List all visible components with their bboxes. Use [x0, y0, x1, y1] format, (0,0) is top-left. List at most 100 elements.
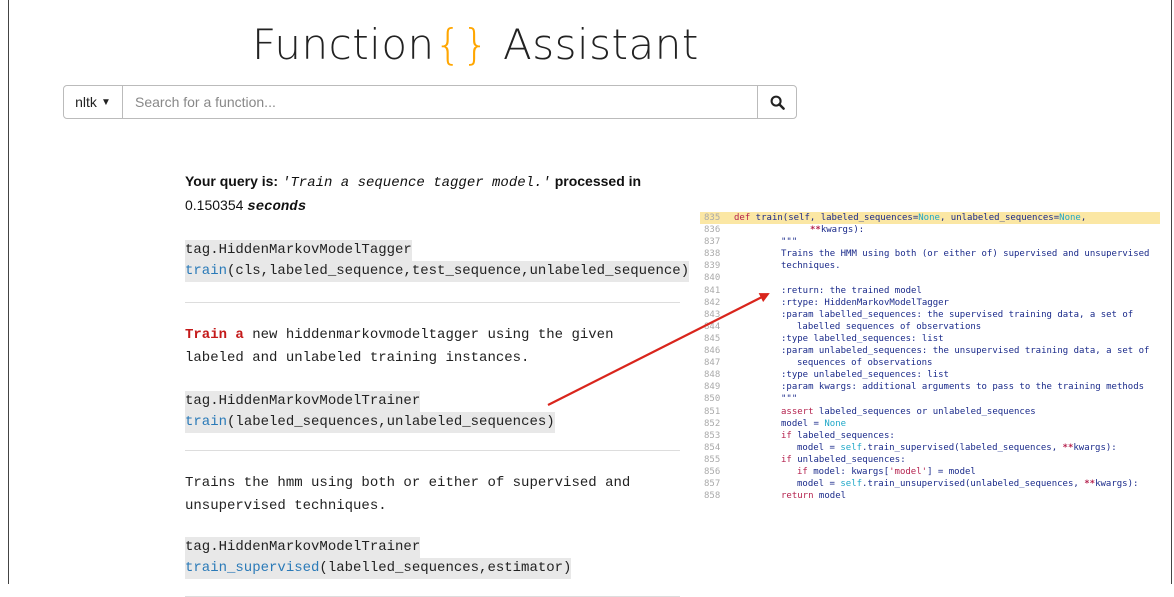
library-dropdown[interactable]: nltk ▼: [64, 86, 123, 118]
result-function-link[interactable]: train: [185, 263, 227, 279]
line-number: 857: [704, 479, 721, 490]
code-line: 840: [700, 272, 1160, 284]
logo-text-function: Function: [252, 20, 435, 69]
results-list: Your query is: 'Train a sequence tagger …: [185, 170, 690, 597]
line-number: 847: [704, 358, 721, 369]
code-line: 854 model = self.train_supervised(labeled…: [700, 442, 1160, 454]
code-token: self: [840, 479, 863, 490]
line-number: 838: [704, 249, 721, 260]
code-line: 841 :return: the trained model: [700, 285, 1160, 297]
code-line: 848:type unlabeled_sequences: list: [700, 369, 1160, 381]
code-token: model =: [781, 418, 825, 429]
code-line: 850 """: [700, 393, 1160, 405]
code-token: kwargs):: [1095, 479, 1139, 490]
code-token: labelled sequences of observations: [797, 321, 982, 332]
code-token: if: [797, 466, 808, 477]
result-item: tag.HiddenMarkovModelTagger train(cls,la…: [185, 240, 690, 282]
code-line: 838 Trains the HMM using both (or either …: [700, 248, 1160, 260]
result-function-link[interactable]: train_supervised: [185, 560, 319, 576]
query-time: 0.150354: [185, 197, 244, 213]
search-icon: [770, 95, 785, 110]
result-args: (labeled_sequences,unlabeled_sequences): [227, 414, 555, 430]
line-number: 842: [704, 297, 721, 308]
code-line: 845 :type labelled_sequences: list: [700, 333, 1160, 345]
library-selected: nltk: [75, 94, 97, 110]
code-line: 837 """: [700, 236, 1160, 248]
result-description: Train a new hiddenmarkovmodeltagger usin…: [185, 324, 680, 370]
result-item: tag.HiddenMarkovModelTrainer train(label…: [185, 391, 680, 433]
result-path: tag.HiddenMarkovModelTrainer: [185, 391, 421, 412]
code-token: :return: the trained model: [781, 285, 922, 296]
code-token: None: [824, 418, 847, 429]
result-signature[interactable]: train_supervised(labelled_sequences,esti…: [185, 558, 572, 579]
code-line: 842:rtype: HiddenMarkovModelTagger: [700, 297, 1160, 309]
result-item: tag.HiddenMarkovModelTrainer train_super…: [185, 537, 680, 579]
code-token: def: [734, 213, 751, 223]
result-args: (labelled_sequences,estimator): [319, 560, 572, 576]
line-number: 854: [704, 442, 721, 453]
line-number: 849: [704, 382, 721, 393]
query-middle: processed in: [554, 173, 642, 189]
code-token: if: [781, 430, 792, 441]
code-token: :type labelled_sequences: list: [781, 333, 944, 344]
result-signature[interactable]: train(cls,labeled_sequence,test_sequence…: [185, 261, 690, 282]
code-token: **: [1084, 479, 1096, 490]
code-line: 843 :param labelled_sequences: the superv…: [700, 309, 1160, 321]
code-token: return: [781, 491, 814, 502]
code-line: 858 return model: [700, 490, 1160, 502]
search-button[interactable]: [757, 86, 796, 118]
line-number: 858: [704, 491, 721, 502]
code-token: model =: [797, 479, 841, 490]
line-number: 840: [704, 273, 721, 284]
source-code-panel: 835 def train(self, labeled_sequences=Non…: [700, 212, 1160, 502]
query-prefix: Your query is:: [185, 173, 279, 189]
query-text: 'Train a sequence tagger model.': [281, 175, 551, 191]
code-token: :param unlabeled_sequences: the unsuperv…: [781, 346, 1150, 357]
result-function-link[interactable]: train: [185, 414, 227, 430]
code-token: model: [813, 491, 847, 502]
line-number: 835: [704, 213, 721, 223]
result-description-text: new hiddenmarkovmodeltagger using the gi…: [185, 327, 614, 366]
code-line: 839 techniques.: [700, 260, 1160, 272]
code-token: :param kwargs: additional arguments to p…: [781, 382, 1145, 393]
search-bar: nltk ▼: [63, 85, 797, 119]
code-line: 846:param unlabeled_sequences: the unsup…: [700, 345, 1160, 357]
line-number: 843: [704, 309, 721, 320]
logo-text-assistant: Assistant: [502, 20, 699, 69]
code-token: unlabeled_sequences:: [791, 454, 906, 465]
result-description: Trains the hmm using both or either of s…: [185, 475, 631, 514]
code-token: .train_unsupervised(unlabeled_sequences,: [862, 479, 1085, 490]
code-token: train(self, labeled_sequences=: [750, 213, 919, 223]
code-line: 855 if unlabeled_sequences:: [700, 454, 1160, 466]
code-token: .train_supervised(labeled_sequences,: [862, 442, 1063, 453]
code-token: kwargs):: [1073, 442, 1117, 453]
line-number: 856: [704, 466, 721, 477]
code-token: None: [918, 213, 940, 223]
code-token: """: [781, 394, 798, 405]
line-number: 852: [704, 418, 721, 429]
code-token: """: [781, 237, 798, 248]
line-number: 839: [704, 261, 721, 272]
caret-down-icon: ▼: [100, 96, 111, 108]
line-number: 844: [704, 321, 721, 332]
line-number: 855: [704, 454, 721, 465]
line-number: 853: [704, 430, 721, 441]
search-input[interactable]: [123, 86, 757, 118]
code-token: :type unlabeled_sequences: list: [781, 370, 949, 381]
code-token: labeled_sequences or unlabeled_sequences: [813, 406, 1036, 417]
line-number: 845: [704, 333, 721, 344]
code-line: 851 assert labeled_sequences or unlabeled…: [700, 406, 1160, 418]
code-token: model =: [797, 442, 841, 453]
result-args: (cls,labeled_sequence,test_sequence,unla…: [227, 263, 690, 279]
line-number: 841: [704, 285, 721, 296]
app-logo: Function{} Assistant: [252, 20, 699, 72]
code-token: :param labelled_sequences: the supervise…: [781, 309, 1134, 320]
code-token: **: [1062, 442, 1074, 453]
code-token: if: [781, 454, 792, 465]
logo-brace: {}: [434, 20, 490, 69]
code-line: 849 :param kwargs: additional arguments t…: [700, 381, 1160, 393]
result-signature[interactable]: train(labeled_sequences,unlabeled_sequen…: [185, 412, 555, 433]
code-line: 853 if labeled_sequences:: [700, 430, 1160, 442]
code-token: 'model': [889, 466, 928, 477]
code-token: ,: [1080, 213, 1087, 223]
